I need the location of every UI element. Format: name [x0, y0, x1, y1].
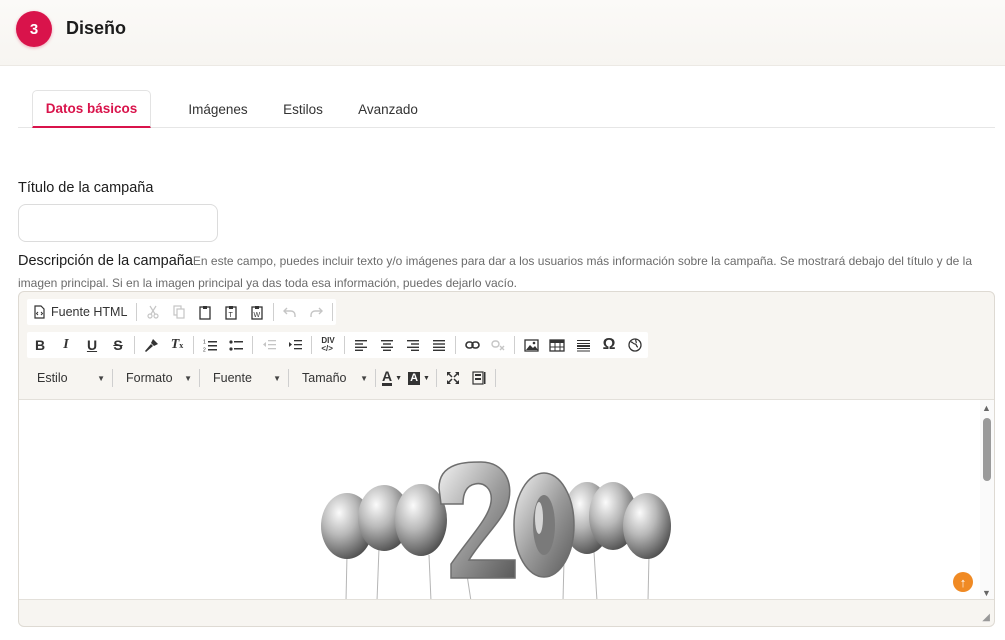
toolbar-separator: [199, 369, 200, 387]
svg-text:W: W: [254, 312, 261, 319]
toolbar-separator: [375, 369, 376, 387]
resize-handle-icon[interactable]: ◢: [982, 612, 990, 623]
copy-format-icon[interactable]: [138, 332, 164, 358]
editor-toolbar-row-1: Fuente HTML T W: [27, 299, 337, 325]
source-html-button[interactable]: Fuente HTML: [27, 299, 133, 325]
toolbar-separator: [112, 369, 113, 387]
toolbar-separator: [252, 336, 253, 354]
toolbar-separator: [136, 303, 138, 321]
arrow-up-circle-icon[interactable]: ↑: [953, 572, 973, 592]
italic-icon[interactable]: I: [53, 332, 79, 358]
justify-icon[interactable]: [426, 332, 452, 358]
bullet-list-icon[interactable]: [223, 332, 249, 358]
cut-icon[interactable]: [140, 299, 166, 325]
step-number-badge: 3: [16, 11, 52, 47]
tab-datos-basicos[interactable]: Datos básicos: [32, 90, 151, 128]
toolbar-separator: [311, 336, 312, 354]
font-combo-label: Fuente: [213, 371, 252, 385]
toolbar-separator: [193, 336, 194, 354]
style-combo-label: Estilo: [37, 371, 68, 385]
unlink-icon[interactable]: [485, 332, 511, 358]
step-header: 3 Diseño: [0, 0, 1005, 66]
tab-estilos[interactable]: Estilos: [273, 90, 333, 128]
svg-text:T: T: [229, 312, 234, 319]
editor-content-area[interactable]: ▲ ▼ ↑: [19, 399, 994, 600]
chevron-down-icon: ▼: [184, 373, 192, 383]
tab-avanzado[interactable]: Avanzado: [348, 90, 428, 128]
redo-icon[interactable]: [303, 299, 329, 325]
outdent-icon[interactable]: [256, 332, 282, 358]
table-icon[interactable]: [544, 332, 570, 358]
scroll-up-arrow-icon[interactable]: ▲: [982, 403, 991, 413]
toolbar-separator: [134, 336, 135, 354]
tab-imagenes[interactable]: Imágenes: [178, 90, 258, 128]
campaign-description-label: Descripción de la campaña: [18, 253, 193, 269]
paste-text-icon[interactable]: T: [218, 299, 244, 325]
description-header: Descripción de la campañaEn este campo, …: [18, 250, 993, 294]
toolbar-separator: [455, 336, 456, 354]
format-combo-label: Formato: [126, 371, 173, 385]
svg-text:2: 2: [203, 347, 206, 352]
show-blocks-icon[interactable]: [466, 365, 492, 391]
toolbar-separator: [332, 303, 334, 321]
indent-icon[interactable]: [282, 332, 308, 358]
editor-scrollbar[interactable]: ▲ ▼: [980, 400, 994, 599]
underline-icon[interactable]: U: [79, 332, 105, 358]
style-combo[interactable]: Estilo ▼: [27, 365, 109, 391]
paste-icon[interactable]: [192, 299, 218, 325]
paste-word-icon[interactable]: W: [244, 299, 270, 325]
bold-icon[interactable]: B: [27, 332, 53, 358]
align-center-icon[interactable]: [374, 332, 400, 358]
source-doc-icon: [34, 305, 45, 319]
rich-text-editor: Fuente HTML T W B I U S Tx 12 DIV </> Ω …: [18, 291, 995, 627]
format-combo[interactable]: Formato ▼: [116, 365, 196, 391]
editor-toolbar-row-3: Estilo ▼ Formato ▼ Fuente ▼ Tamaño ▼ A ▼ A ▼: [27, 365, 499, 391]
size-combo-label: Tamaño: [302, 371, 347, 385]
maximize-icon[interactable]: [440, 365, 466, 391]
balloons-20-image: [321, 461, 671, 599]
toolbar-separator: [344, 336, 345, 354]
editor-toolbar-row-2: B I U S Tx 12 DIV </> Ω: [27, 332, 648, 358]
tab-bar: Datos básicos Imágenes Estilos Avanzado: [18, 90, 995, 128]
align-right-icon[interactable]: [400, 332, 426, 358]
toolbar-separator: [288, 369, 289, 387]
image-icon[interactable]: [518, 332, 544, 358]
campaign-title-input[interactable]: [18, 204, 218, 242]
scroll-down-arrow-icon[interactable]: ▼: [982, 588, 991, 598]
chevron-down-icon: ▼: [273, 373, 281, 383]
special-char-icon[interactable]: Ω: [596, 332, 622, 358]
svg-text:1: 1: [203, 339, 206, 345]
toolbar-separator: [273, 303, 275, 321]
campaign-title-label: Título de la campaña: [18, 180, 154, 196]
iframe-globe-icon[interactable]: [622, 332, 648, 358]
link-icon[interactable]: [459, 332, 485, 358]
text-color-icon[interactable]: A ▼: [379, 365, 405, 391]
align-left-icon[interactable]: [348, 332, 374, 358]
font-combo[interactable]: Fuente ▼: [203, 365, 285, 391]
source-html-label: Fuente HTML: [51, 305, 128, 319]
remove-format-icon[interactable]: Tx: [164, 332, 190, 358]
horizontal-rule-icon[interactable]: [570, 332, 596, 358]
scroll-thumb[interactable]: [983, 418, 991, 481]
strikethrough-icon[interactable]: S: [105, 332, 131, 358]
chevron-down-icon: ▼: [97, 373, 105, 383]
background-color-icon[interactable]: A ▼: [405, 365, 433, 391]
toolbar-separator: [494, 369, 496, 387]
toolbar-separator: [435, 369, 437, 387]
numbered-list-icon[interactable]: 12: [197, 332, 223, 358]
toolbar-separator: [514, 336, 515, 354]
undo-icon[interactable]: [277, 299, 303, 325]
size-combo[interactable]: Tamaño ▼: [292, 365, 372, 391]
copy-icon[interactable]: [166, 299, 192, 325]
chevron-down-icon: ▼: [360, 373, 368, 383]
step-title: Diseño: [66, 18, 127, 38]
create-div-icon[interactable]: DIV </>: [315, 332, 341, 358]
